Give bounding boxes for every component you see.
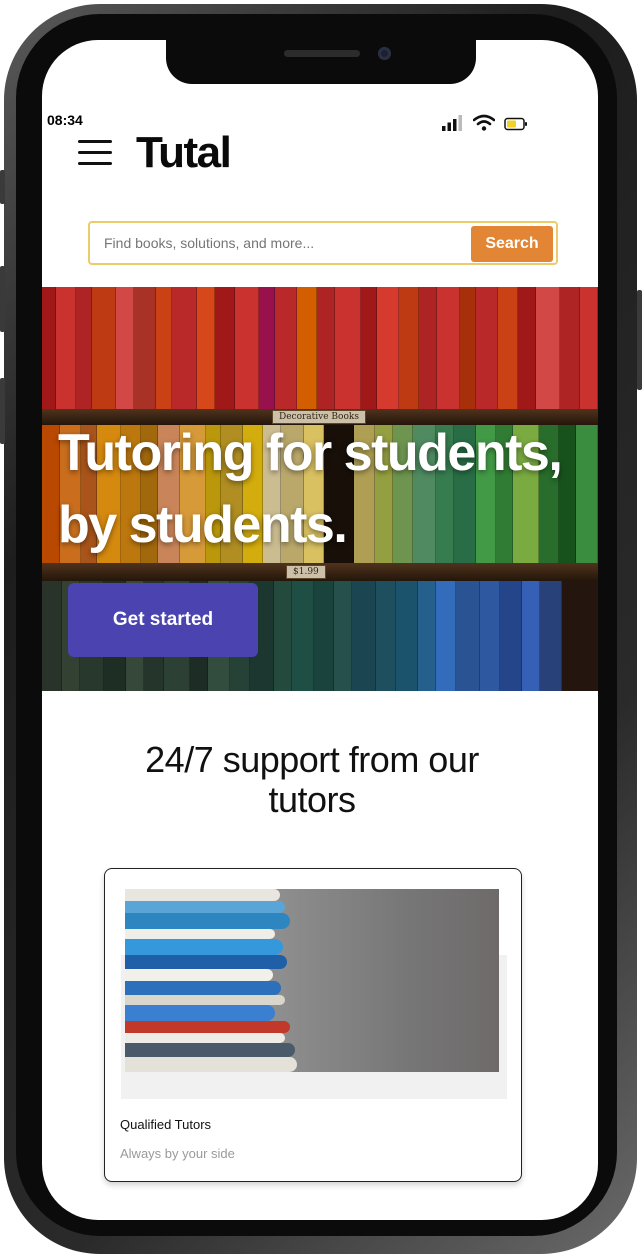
get-started-button[interactable]: Get started <box>68 583 258 657</box>
volume-down-button <box>0 378 5 444</box>
mute-switch <box>0 170 5 204</box>
card-subtitle: Always by your side <box>120 1146 235 1161</box>
phone-screen: 08:34 Tutal Find books, solutions, and m… <box>42 40 598 1220</box>
hero-title: Tutoring for students, by students. <box>58 417 598 561</box>
books-stack-image <box>125 889 499 1072</box>
hero-title-line-2: by students. <box>58 496 348 554</box>
notch <box>166 40 476 84</box>
speaker-grille <box>284 50 360 57</box>
feature-card-qualified-tutors[interactable]: Qualified Tutors Always by your side <box>104 868 522 1182</box>
support-title-line-1: 24/7 support from our <box>145 739 479 780</box>
support-section-title: 24/7 support from our tutors <box>102 740 522 820</box>
status-time: 08:34 <box>47 112 83 128</box>
power-button <box>637 290 642 390</box>
menu-icon[interactable] <box>78 138 112 168</box>
card-title: Qualified Tutors <box>120 1117 212 1132</box>
brand-logo[interactable]: Tutal <box>136 128 232 178</box>
search-bar: Search <box>88 221 558 265</box>
search-button[interactable]: Search <box>471 226 553 262</box>
volume-up-button <box>0 266 5 332</box>
search-input[interactable] <box>104 235 454 251</box>
hero-banner: Decorative Books $1.99 Tutoring for stud… <box>42 287 598 691</box>
support-title-line-2: tutors <box>268 779 356 820</box>
hero-title-line-1: Tutoring for students, <box>58 424 563 482</box>
front-camera <box>378 47 391 60</box>
app-header: Tutal <box>42 128 598 188</box>
book-stack-illustration <box>125 889 305 1072</box>
